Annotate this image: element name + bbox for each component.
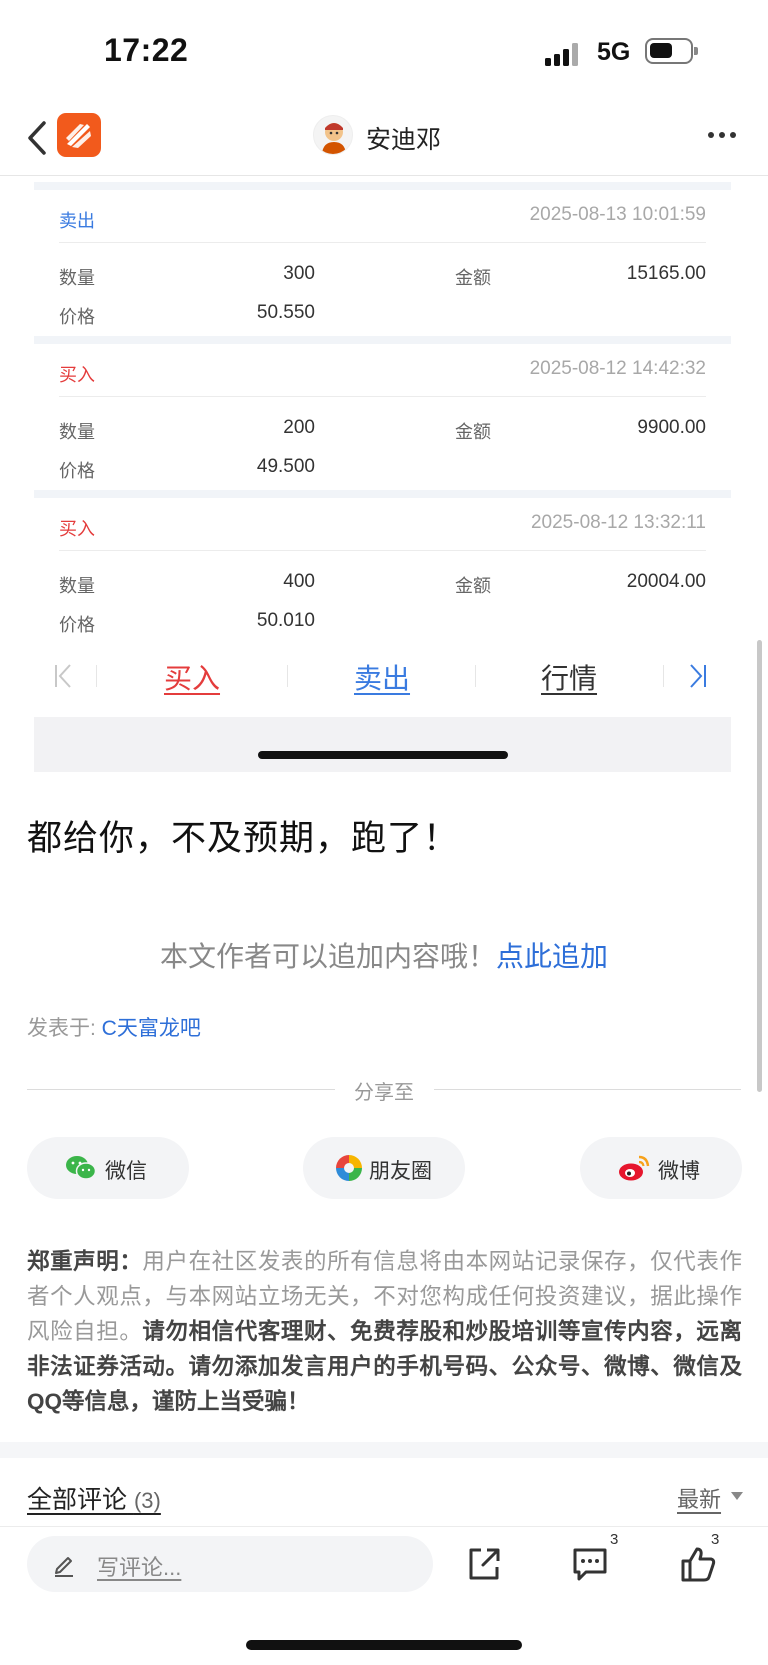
app-logo-icon[interactable] <box>57 113 101 157</box>
market-button[interactable]: 行情 <box>541 657 597 697</box>
divider <box>59 242 706 243</box>
share-moments-label: 朋友圈 <box>369 1160 432 1183</box>
author-avatar[interactable] <box>313 115 353 155</box>
buy-button[interactable]: 买入 <box>164 657 220 697</box>
amount-label: 金额 <box>455 422 491 442</box>
separator <box>475 665 476 687</box>
amount-value: 20004.00 <box>626 571 706 592</box>
network-type: 5G <box>597 38 631 66</box>
divider <box>434 1089 741 1090</box>
sort-dropdown[interactable]: 最新 <box>677 1482 721 1514</box>
share-weibo-label: 微博 <box>658 1160 700 1183</box>
like-count-badge: 3 <box>711 1531 720 1548</box>
trade-time: 2025-08-12 14:42:32 <box>529 358 706 379</box>
trade-time: 2025-08-12 13:32:11 <box>530 512 706 533</box>
posted-in-label: 发表于: <box>27 1017 102 1040</box>
forum-link[interactable]: C天富龙吧 <box>102 1017 201 1040</box>
comment-count-badge: 3 <box>610 1531 619 1548</box>
thumbs-up-icon[interactable] <box>678 1544 718 1584</box>
section-gap <box>0 1442 768 1458</box>
separator <box>663 665 664 687</box>
back-icon[interactable] <box>24 118 54 158</box>
append-content-link[interactable]: 点此追加 <box>496 941 608 972</box>
status-bar: 17:22 5G <box>0 0 768 100</box>
price-label: 价格 <box>59 461 95 481</box>
home-indicator[interactable] <box>246 1640 522 1650</box>
separator <box>287 665 288 687</box>
disclaimer-colon: ： <box>119 1249 143 1274</box>
append-content-prompt: 本文作者可以追加内容哦！点此追加 <box>0 935 768 975</box>
price-label: 价格 <box>59 307 95 327</box>
quantity-value: 400 <box>283 571 315 592</box>
disclaimer: 郑重声明：用户在社区发表的所有信息将由本网站记录保存，仅代表作者个人观点，与本网… <box>27 1244 742 1419</box>
quantity-label: 数量 <box>59 422 95 442</box>
sell-button[interactable]: 卖出 <box>354 657 410 697</box>
post-text: 都给你，不及预期，跑了！ <box>27 819 460 858</box>
amount-value: 15165.00 <box>626 263 706 284</box>
quantity-value: 200 <box>283 417 315 438</box>
comments-count: (3) <box>133 1488 161 1513</box>
price-label: 价格 <box>59 615 95 635</box>
separator <box>96 665 97 687</box>
embedded-home-indicator <box>258 751 508 759</box>
trade-record: 买入 2025-08-12 13:32:11 数量 400 金额 20004.0… <box>34 490 731 644</box>
all-comments-tab[interactable]: 全部评论 (3) <box>27 1480 161 1516</box>
cellular-signal-icon <box>545 42 585 66</box>
embedded-card-footer <box>34 717 731 772</box>
trade-type: 买入 <box>59 519 95 539</box>
amount-label: 金额 <box>455 268 491 288</box>
quantity-label: 数量 <box>59 576 95 596</box>
more-icon[interactable] <box>708 132 738 140</box>
page-title[interactable]: 安迪邓 <box>366 120 441 156</box>
moments-icon <box>333 1153 365 1183</box>
share-moments-button[interactable]: 朋友圈 <box>303 1137 465 1199</box>
quantity-value: 300 <box>283 263 315 284</box>
first-page-icon[interactable] <box>52 663 76 689</box>
comment-icon[interactable] <box>570 1544 610 1584</box>
disclaimer-title: 郑重声明 <box>27 1249 120 1274</box>
quantity-label: 数量 <box>59 268 95 288</box>
price-value: 50.550 <box>256 302 315 323</box>
share-wechat-label: 微信 <box>105 1160 147 1183</box>
nav-header: 安迪邓 <box>0 100 768 176</box>
share-icon[interactable] <box>464 1544 504 1584</box>
caret-down-icon[interactable] <box>731 1492 743 1500</box>
amount-value: 9900.00 <box>637 417 706 438</box>
comment-input[interactable]: 写评论... <box>27 1536 433 1592</box>
divider <box>59 550 706 551</box>
posted-in: 发表于: C天富龙吧 <box>27 1012 201 1042</box>
trade-action-bar: 买入 卖出 行情 <box>34 637 731 713</box>
trade-type: 买入 <box>59 365 95 385</box>
share-weibo-button[interactable]: 微博 <box>580 1137 742 1199</box>
scrollbar[interactable] <box>757 640 762 1092</box>
amount-label: 金额 <box>455 576 491 596</box>
trade-record: 买入 2025-08-12 14:42:32 数量 200 金额 9900.00… <box>34 336 731 490</box>
comments-title: 全部评论 <box>27 1486 128 1514</box>
trade-type: 卖出 <box>59 211 95 231</box>
comment-placeholder: 写评论... <box>97 1555 182 1580</box>
status-time: 17:22 <box>104 32 189 68</box>
trade-time: 2025-08-13 10:01:59 <box>529 204 706 225</box>
append-prompt-text: 本文作者可以追加内容哦！ <box>159 941 496 972</box>
wechat-icon <box>65 1153 97 1183</box>
trade-record: 卖出 2025-08-13 10:01:59 数量 300 金额 15165.0… <box>34 182 731 336</box>
pencil-icon <box>51 1551 77 1577</box>
trade-record-list: 卖出 2025-08-13 10:01:59 数量 300 金额 15165.0… <box>34 182 731 644</box>
divider <box>59 396 706 397</box>
share-wechat-button[interactable]: 微信 <box>27 1137 189 1199</box>
last-page-icon[interactable] <box>685 663 709 689</box>
price-value: 49.500 <box>256 456 315 477</box>
battery-icon <box>645 38 698 64</box>
share-label: 分享至 <box>354 1082 414 1104</box>
price-value: 50.010 <box>256 610 315 631</box>
weibo-icon <box>618 1153 650 1183</box>
